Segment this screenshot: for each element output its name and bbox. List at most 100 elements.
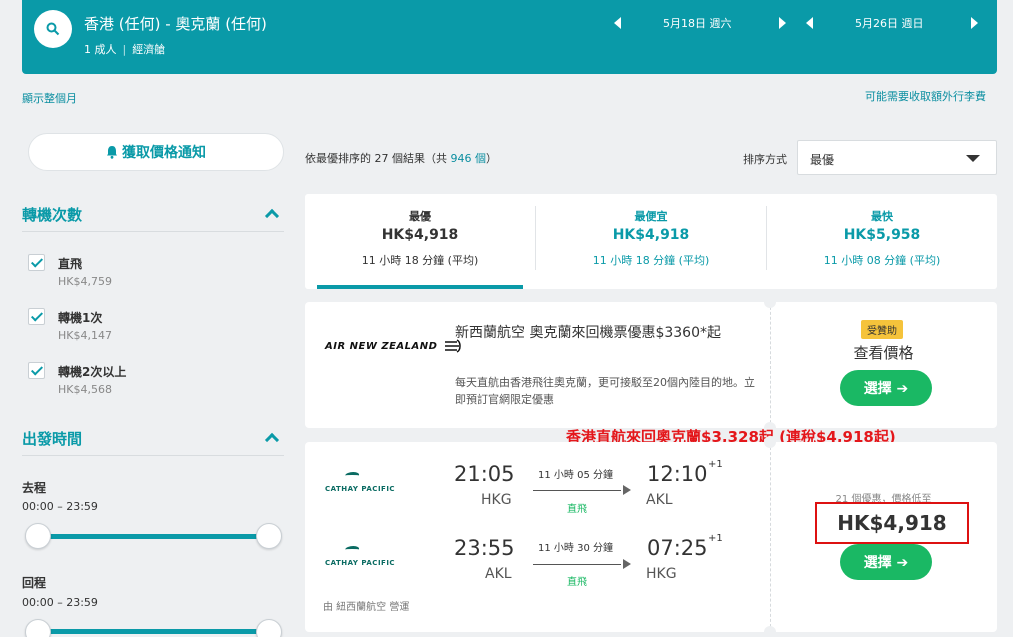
outbound-slider-start-handle[interactable] [25, 523, 51, 549]
tab-name: 最優 [409, 210, 431, 223]
cathay-logo-icon [343, 472, 361, 479]
plane-icon [623, 559, 631, 569]
ad-description: 每天直航由香港飛往奧克蘭，更可接駁至20個內陸目的地。立即預訂官網限定優惠 [455, 376, 755, 406]
prev-return-date-icon[interactable] [806, 17, 813, 29]
return-origin: AKL [485, 566, 512, 582]
search-bar[interactable]: 香港 (任何) - 奧克蘭 (任何) 1 成人 | 經濟艙 5月18日 週六 5月2… [22, 0, 997, 74]
tab-cheapest[interactable]: 最便宜 HK$4,918 11 小時 18 分鐘 (平均) [536, 194, 766, 289]
ticket-notch [764, 436, 776, 448]
active-tab-indicator [317, 285, 523, 289]
chevron-up-icon[interactable] [264, 432, 280, 448]
prev-depart-date-icon[interactable] [614, 17, 621, 29]
return-slider-track[interactable] [38, 629, 270, 634]
ticket-notch [764, 626, 776, 637]
return-duration: 11 小時 30 分鐘 [538, 543, 613, 554]
tab-fastest[interactable]: 最快 HK$5,958 11 小時 08 分鐘 (平均) [767, 194, 997, 289]
airline-logo-outbound: CATHAY PACIFIC [325, 485, 396, 493]
return-date[interactable]: 5月26日 週日 [855, 15, 924, 31]
cabin-text: 經濟艙 [132, 43, 166, 56]
tab-duration: 11 小時 08 分鐘 (平均) [823, 254, 941, 267]
caret-down-icon [966, 155, 980, 162]
outbound-range: 00:00 – 23:59 [22, 500, 98, 513]
return-range: 00:00 – 23:59 [22, 596, 98, 609]
outbound-origin: HKG [481, 492, 512, 508]
search-button[interactable] [34, 10, 72, 48]
card-divider [770, 302, 771, 428]
stops-filter-title[interactable]: 轉機次數 [22, 204, 82, 225]
checkbox-direct[interactable] [28, 254, 45, 271]
outbound-day-offset: +1 [708, 459, 723, 470]
tab-price: HK$5,958 [843, 227, 921, 243]
return-destination: HKG [646, 566, 677, 582]
filter-price: HK$4,759 [58, 275, 112, 288]
tab-best[interactable]: 最優 HK$4,918 11 小時 18 分鐘 (平均) [305, 194, 535, 289]
return-slider-start-handle[interactable] [25, 619, 51, 637]
filter-label: 直飛 [58, 257, 83, 271]
bell-icon [107, 146, 117, 159]
checkbox-two-plus-stops[interactable] [28, 362, 45, 379]
plane-icon [623, 485, 631, 495]
sort-select[interactable]: 最優 [797, 140, 997, 175]
airline-logo-return: CATHAY PACIFIC [325, 559, 396, 567]
depart-date[interactable]: 5月18日 週六 [663, 15, 732, 31]
sort-tabs: 最優 HK$4,918 11 小時 18 分鐘 (平均) 最便宜 HK$4,91… [305, 194, 997, 289]
return-route-line [533, 564, 621, 565]
tab-duration: 11 小時 18 分鐘 (平均) [361, 254, 479, 267]
outbound-slider-track[interactable] [38, 534, 270, 539]
passengers-text: 1 成人 [84, 43, 117, 56]
flight-result-card[interactable]: CATHAY PACIFIC 21:05 HKG 11 小時 05 分鐘 直飛 … [305, 436, 997, 637]
outbound-slider-end-handle[interactable] [256, 523, 282, 549]
airline-logo-text: AIR NEW ZEALAND [325, 341, 438, 352]
results-count-prefix: 依最優排序的 27 個結果（共 [305, 152, 447, 165]
sort-label: 排序方式 [743, 153, 787, 166]
results-count-suffix: ） [486, 152, 497, 165]
outbound-destination: AKL [646, 492, 673, 508]
chevron-up-icon[interactable] [264, 208, 280, 224]
depart-date-selector[interactable]: 5月18日 週六 [614, 14, 786, 32]
passenger-cabin[interactable]: 1 成人 | 經濟艙 [84, 41, 165, 57]
sort-value: 最優 [810, 153, 835, 167]
checkbox-one-stop[interactable] [28, 308, 45, 325]
sponsored-badge: 受贊助 [861, 320, 903, 339]
outbound-duration: 11 小時 05 分鐘 [538, 470, 613, 481]
sponsored-ad-card[interactable]: AIR NEW ZEALAND 新西蘭航空 奧克蘭來回機票優惠$3360*起 每… [305, 296, 997, 434]
next-return-date-icon[interactable] [970, 17, 978, 29]
return-depart-time: 23:55 [454, 536, 515, 560]
return-date-selector[interactable]: 5月26日 週日 [806, 14, 978, 32]
times-filter-title[interactable]: 出發時間 [22, 428, 82, 449]
operated-by: 由 紐西蘭航空 營運 [323, 602, 410, 613]
tab-name: 最快 [871, 210, 893, 223]
select-button[interactable]: 選擇 ➔ [840, 370, 932, 406]
next-depart-date-icon[interactable] [778, 17, 786, 29]
tab-duration: 11 小時 18 分鐘 (平均) [592, 254, 710, 267]
return-slider-end-handle[interactable] [256, 619, 282, 637]
card-divider [770, 442, 771, 632]
flight-price: HK$4,918 [815, 502, 969, 544]
extra-fees-link[interactable]: 可能需要收取額外行李費 [865, 88, 986, 104]
select-button[interactable]: 選擇 ➔ [840, 544, 932, 580]
results-count: 依最優排序的 27 個結果（共 946 個） [305, 150, 497, 166]
divider [22, 455, 284, 456]
ad-title[interactable]: 新西蘭航空 奧克蘭來回機票優惠$3360*起 [455, 322, 755, 344]
outbound-label: 去程 [22, 481, 47, 495]
return-stops: 直飛 [567, 577, 587, 588]
filter-price: HK$4,147 [58, 329, 112, 342]
search-icon [46, 22, 60, 36]
filter-label: 轉機1次 [58, 311, 103, 325]
view-price-text: 查看價格 [853, 344, 914, 362]
route-text[interactable]: 香港 (任何) - 奧克蘭 (任何) [84, 13, 267, 34]
outbound-stops: 直飛 [567, 504, 587, 515]
price-alert-button[interactable]: 獲取價格通知 [28, 133, 284, 171]
price-alert-label: 獲取價格通知 [122, 145, 206, 161]
outbound-arrive-time: 12:10 [647, 462, 708, 486]
results-total-link[interactable]: 946 個 [451, 152, 487, 165]
tab-price: HK$4,918 [381, 227, 459, 243]
return-arrive-time: 07:25 [647, 536, 708, 560]
return-label: 回程 [22, 576, 47, 590]
tab-name: 最便宜 [634, 210, 668, 223]
divider [22, 231, 284, 232]
outbound-route-line [533, 490, 621, 491]
air-new-zealand-logo: AIR NEW ZEALAND [325, 338, 462, 354]
cathay-logo-icon [343, 546, 361, 553]
show-month-link[interactable]: 顯示整個月 [22, 90, 77, 106]
